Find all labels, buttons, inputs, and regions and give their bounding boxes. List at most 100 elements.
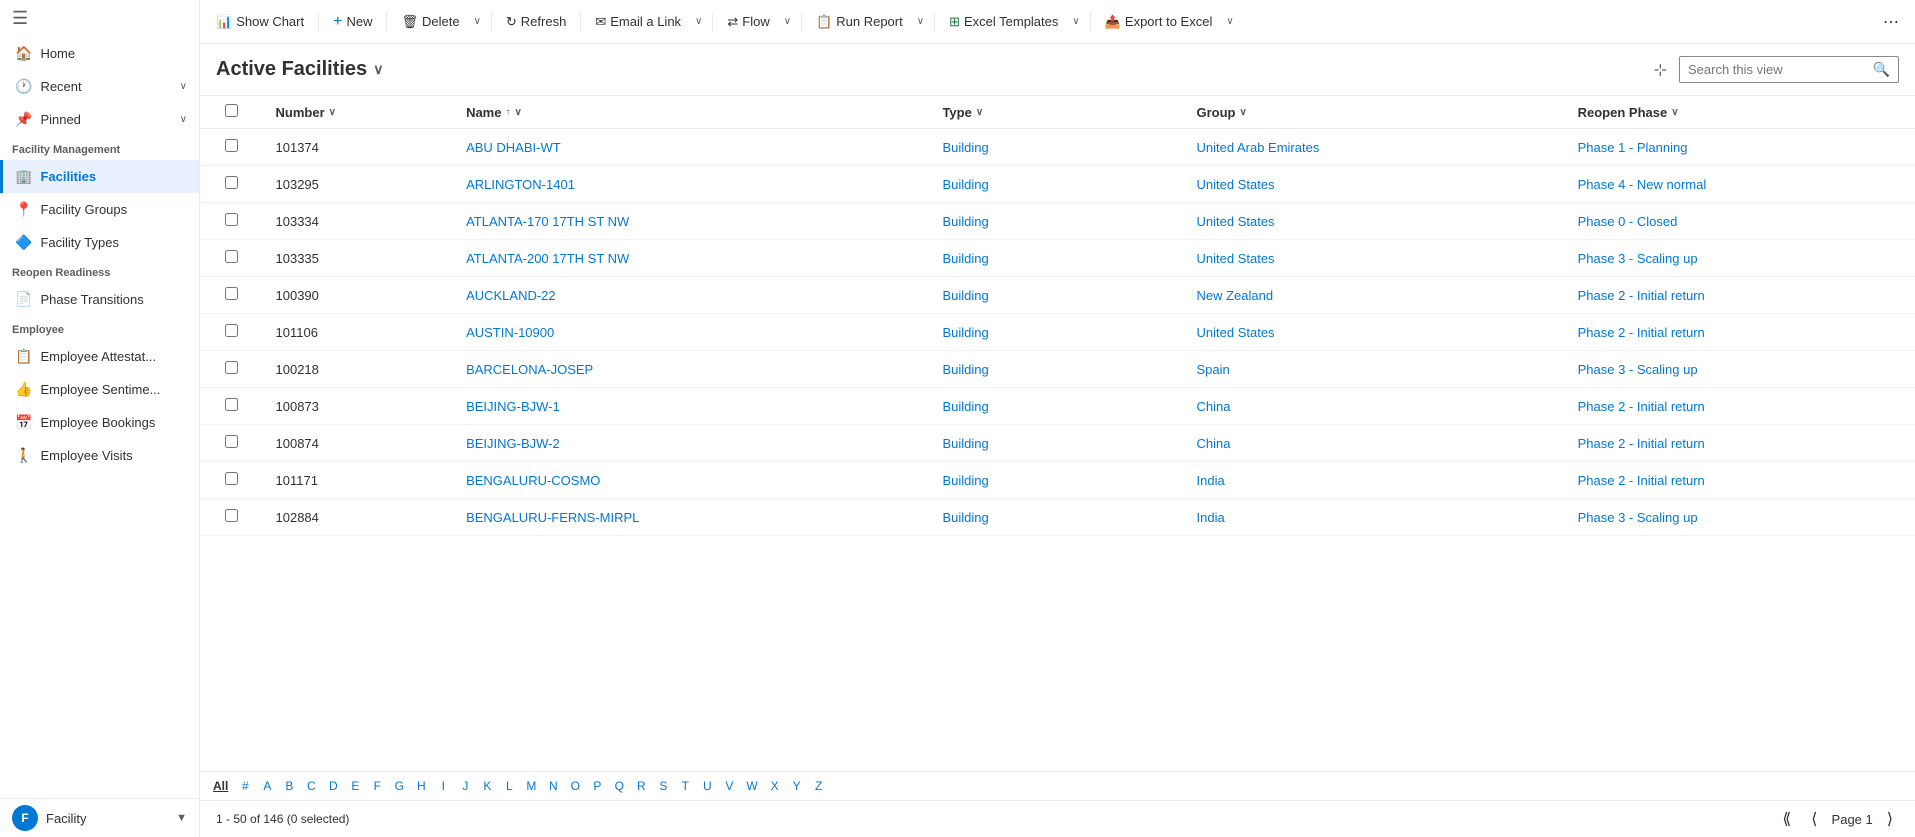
reopen-phase-link[interactable]: Phase 2 - Initial return: [1578, 288, 1705, 303]
type-link[interactable]: Building: [942, 214, 988, 229]
reopen-phase-cell[interactable]: Phase 2 - Initial return: [1566, 314, 1915, 351]
email-link-button[interactable]: ✉ Email a Link: [587, 9, 689, 35]
name-cell[interactable]: BARCELONA-JOSEP: [454, 351, 930, 388]
row-checkbox[interactable]: [225, 398, 238, 411]
alpha-btn-u[interactable]: U: [697, 776, 717, 796]
reopen-phase-link[interactable]: Phase 3 - Scaling up: [1578, 362, 1698, 377]
row-checkbox[interactable]: [225, 287, 238, 300]
alpha-btn-i[interactable]: I: [433, 776, 453, 796]
group-cell[interactable]: United States: [1185, 203, 1566, 240]
reopen-phase-cell[interactable]: Phase 2 - Initial return: [1566, 388, 1915, 425]
reopen-phase-cell[interactable]: Phase 4 - New normal: [1566, 166, 1915, 203]
alpha-btn-b[interactable]: B: [279, 776, 299, 796]
select-all-checkbox[interactable]: [225, 104, 238, 117]
reopen-phase-link[interactable]: Phase 0 - Closed: [1578, 214, 1678, 229]
alpha-btn-t[interactable]: T: [675, 776, 695, 796]
reopen-phase-cell[interactable]: Phase 3 - Scaling up: [1566, 240, 1915, 277]
name-link[interactable]: BARCELONA-JOSEP: [466, 362, 593, 377]
reopen-phase-link[interactable]: Phase 3 - Scaling up: [1578, 251, 1698, 266]
type-cell[interactable]: Building: [930, 462, 1184, 499]
row-checkbox-cell[interactable]: [200, 388, 264, 425]
alpha-btn-w[interactable]: W: [741, 776, 762, 796]
alpha-btn-z[interactable]: Z: [809, 776, 829, 796]
alpha-btn-m[interactable]: M: [521, 776, 541, 796]
prev-page-button[interactable]: ⟨: [1805, 807, 1823, 831]
group-link[interactable]: United Arab Emirates: [1197, 140, 1320, 155]
type-link[interactable]: Building: [942, 177, 988, 192]
row-checkbox-cell[interactable]: [200, 129, 264, 166]
alpha-btn-r[interactable]: R: [631, 776, 651, 796]
group-link[interactable]: United States: [1197, 251, 1275, 266]
group-link[interactable]: New Zealand: [1197, 288, 1274, 303]
reopen-phase-cell[interactable]: Phase 2 - Initial return: [1566, 462, 1915, 499]
reopen-phase-cell[interactable]: Phase 2 - Initial return: [1566, 425, 1915, 462]
alpha-btn-e[interactable]: E: [345, 776, 365, 796]
row-checkbox-cell[interactable]: [200, 499, 264, 536]
name-cell[interactable]: AUCKLAND-22: [454, 277, 930, 314]
alpha-btn-all[interactable]: All: [208, 776, 233, 796]
name-link[interactable]: BENGALURU-COSMO: [466, 473, 600, 488]
view-title-chevron[interactable]: ∨: [373, 61, 383, 78]
group-column-header[interactable]: Group ∨: [1185, 96, 1566, 129]
name-cell[interactable]: BEIJING-BJW-2: [454, 425, 930, 462]
flow-chevron[interactable]: ∨: [780, 11, 795, 32]
alpha-btn-o[interactable]: O: [565, 776, 585, 796]
show-chart-button[interactable]: 📊 Show Chart: [208, 9, 312, 35]
reopen-phase-link[interactable]: Phase 3 - Scaling up: [1578, 510, 1698, 525]
alpha-btn-y[interactable]: Y: [787, 776, 807, 796]
type-link[interactable]: Building: [942, 288, 988, 303]
alpha-btn-h[interactable]: H: [411, 776, 431, 796]
name-link[interactable]: BENGALURU-FERNS-MIRPL: [466, 510, 639, 525]
run-report-chevron[interactable]: ∨: [913, 11, 928, 32]
sidebar-item-employee-senti[interactable]: 👍 Employee Sentime...: [0, 373, 199, 406]
alpha-btn-f[interactable]: F: [367, 776, 387, 796]
sidebar-item-phase-transitions[interactable]: 📄 Phase Transitions: [0, 283, 199, 316]
name-cell[interactable]: AUSTIN-10900: [454, 314, 930, 351]
row-checkbox[interactable]: [225, 139, 238, 152]
filter-icon[interactable]: ⊹: [1650, 56, 1671, 84]
group-cell[interactable]: United States: [1185, 240, 1566, 277]
row-checkbox-cell[interactable]: [200, 462, 264, 499]
type-link[interactable]: Building: [942, 510, 988, 525]
type-link[interactable]: Building: [942, 362, 988, 377]
reopen-phase-cell[interactable]: Phase 3 - Scaling up: [1566, 499, 1915, 536]
flow-button[interactable]: ⇄ Flow: [719, 9, 777, 35]
sidebar-item-home[interactable]: 🏠 Home: [0, 37, 199, 70]
sidebar-item-employee-visits[interactable]: 🚶 Employee Visits: [0, 439, 199, 472]
reopen-phase-link[interactable]: Phase 1 - Planning: [1578, 140, 1688, 155]
type-cell[interactable]: Building: [930, 314, 1184, 351]
next-page-button[interactable]: ⟩: [1881, 807, 1899, 831]
sidebar-item-facilities[interactable]: 🏢 Facilities: [0, 160, 199, 193]
sidebar-item-pinned[interactable]: 📌 Pinned ∨: [0, 103, 199, 136]
name-cell[interactable]: BEIJING-BJW-1: [454, 388, 930, 425]
alpha-btn-s[interactable]: S: [653, 776, 673, 796]
alpha-btn-x[interactable]: X: [765, 776, 785, 796]
reopen-phase-link[interactable]: Phase 2 - Initial return: [1578, 399, 1705, 414]
sidebar-item-recent[interactable]: 🕐 Recent ∨: [0, 70, 199, 103]
sidebar-item-facility-types[interactable]: 🔷 Facility Types: [0, 226, 199, 259]
number-column-header[interactable]: Number ∨: [264, 96, 455, 129]
refresh-button[interactable]: ↻ Refresh: [498, 9, 574, 35]
group-cell[interactable]: India: [1185, 462, 1566, 499]
type-cell[interactable]: Building: [930, 203, 1184, 240]
row-checkbox-cell[interactable]: [200, 203, 264, 240]
group-link[interactable]: China: [1197, 399, 1231, 414]
sidebar-item-facility-groups[interactable]: 📍 Facility Groups: [0, 193, 199, 226]
row-checkbox-cell[interactable]: [200, 425, 264, 462]
excel-templates-button[interactable]: ⊞ Excel Templates: [941, 9, 1066, 35]
name-link[interactable]: AUCKLAND-22: [466, 288, 556, 303]
name-link[interactable]: ATLANTA-200 17TH ST NW: [466, 251, 629, 266]
row-checkbox-cell[interactable]: [200, 240, 264, 277]
reopen-phase-link[interactable]: Phase 4 - New normal: [1578, 177, 1707, 192]
export-excel-button[interactable]: 📤 Export to Excel: [1097, 9, 1221, 35]
type-link[interactable]: Building: [942, 399, 988, 414]
name-cell[interactable]: ATLANTA-200 17TH ST NW: [454, 240, 930, 277]
name-link[interactable]: ATLANTA-170 17TH ST NW: [466, 214, 629, 229]
name-link[interactable]: ARLINGTON-1401: [466, 177, 575, 192]
type-cell[interactable]: Building: [930, 129, 1184, 166]
reopen-phase-link[interactable]: Phase 2 - Initial return: [1578, 325, 1705, 340]
alpha-btn-n[interactable]: N: [543, 776, 563, 796]
type-cell[interactable]: Building: [930, 277, 1184, 314]
type-cell[interactable]: Building: [930, 425, 1184, 462]
alpha-btn-q[interactable]: Q: [609, 776, 629, 796]
